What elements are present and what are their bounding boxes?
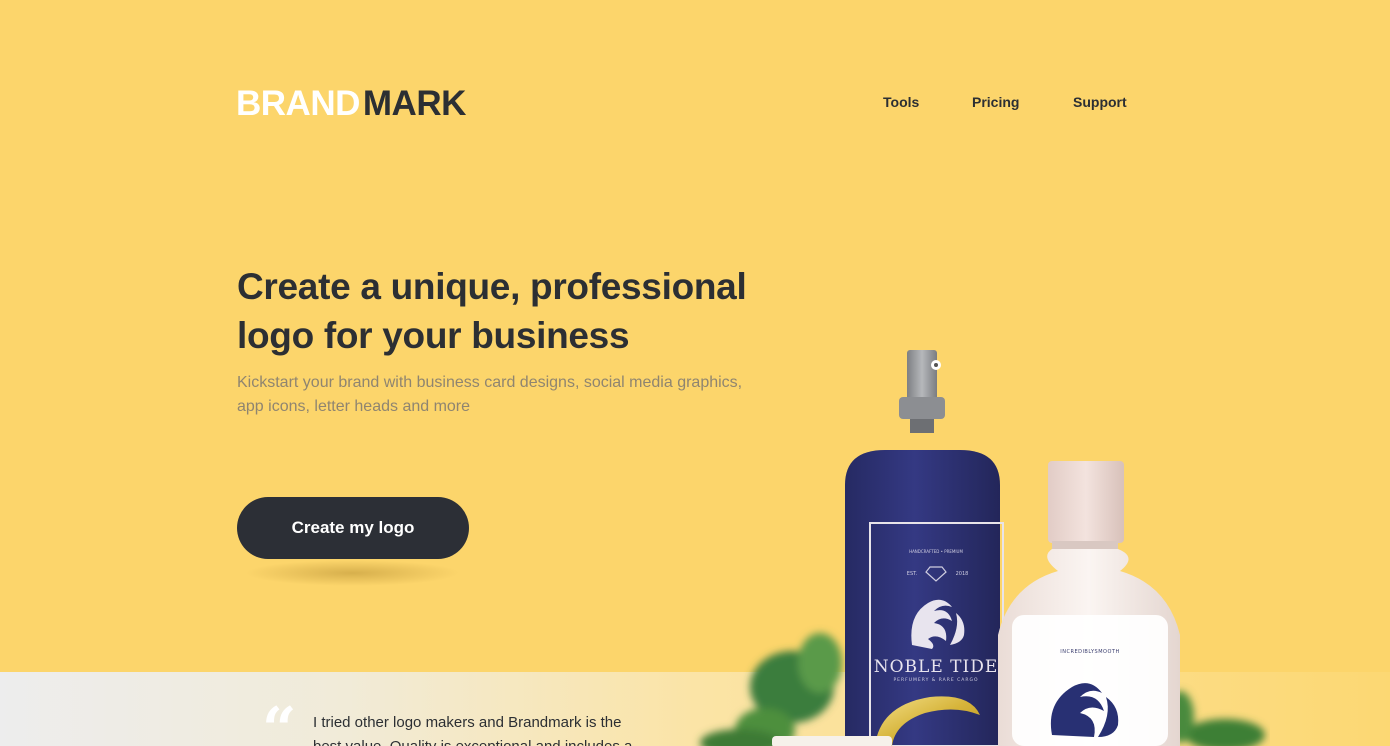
blue-perfume-bottle: HANDCRAFTED • PREMIUM EST. 2018 NOBLE TI… bbox=[845, 350, 1004, 746]
nav-link-pricing[interactable]: Pricing bbox=[972, 94, 1019, 110]
jar-lid bbox=[772, 736, 892, 746]
bottle-brand-label: NOBLE TIDE bbox=[874, 657, 999, 677]
bottle-year-text: 2018 bbox=[956, 571, 969, 577]
svg-text:HANDCRAFTED • PREMIUM: HANDCRAFTED • PREMIUM bbox=[909, 549, 963, 554]
bottle-sub-label: PERFUMERY & RARE CARGO bbox=[893, 677, 978, 683]
site-header: BRANDMARK Tools Pricing Support bbox=[0, 0, 1390, 200]
bottle-est-text: EST. bbox=[907, 571, 918, 577]
button-shadow bbox=[245, 560, 460, 586]
hero-subtitle-line1: Kickstart your brand with business card … bbox=[237, 374, 743, 391]
white-bottle-label: INCREDIBLYSMOOTH bbox=[1060, 649, 1119, 655]
hero-title-line2: logo for your business bbox=[237, 315, 630, 356]
nav-link-tools[interactable]: Tools bbox=[883, 94, 919, 110]
quote-mark-icon: “ bbox=[262, 695, 297, 746]
hero-title-line1: Create a unique, professional bbox=[237, 266, 747, 307]
main-nav: Tools Pricing Support bbox=[0, 94, 1390, 114]
hero-subtitle-line2: app icons, letter heads and more bbox=[237, 398, 471, 415]
white-lotion-bottle: INCREDIBLYSMOOTH bbox=[998, 461, 1180, 746]
create-logo-button[interactable]: Create my logo bbox=[237, 497, 469, 559]
product-illustration: HANDCRAFTED • PREMIUM EST. 2018 NOBLE TI… bbox=[700, 350, 1265, 746]
testimonial-text: I tried other logo makers and Brandmark … bbox=[313, 714, 632, 746]
nav-link-support[interactable]: Support bbox=[1073, 94, 1127, 110]
